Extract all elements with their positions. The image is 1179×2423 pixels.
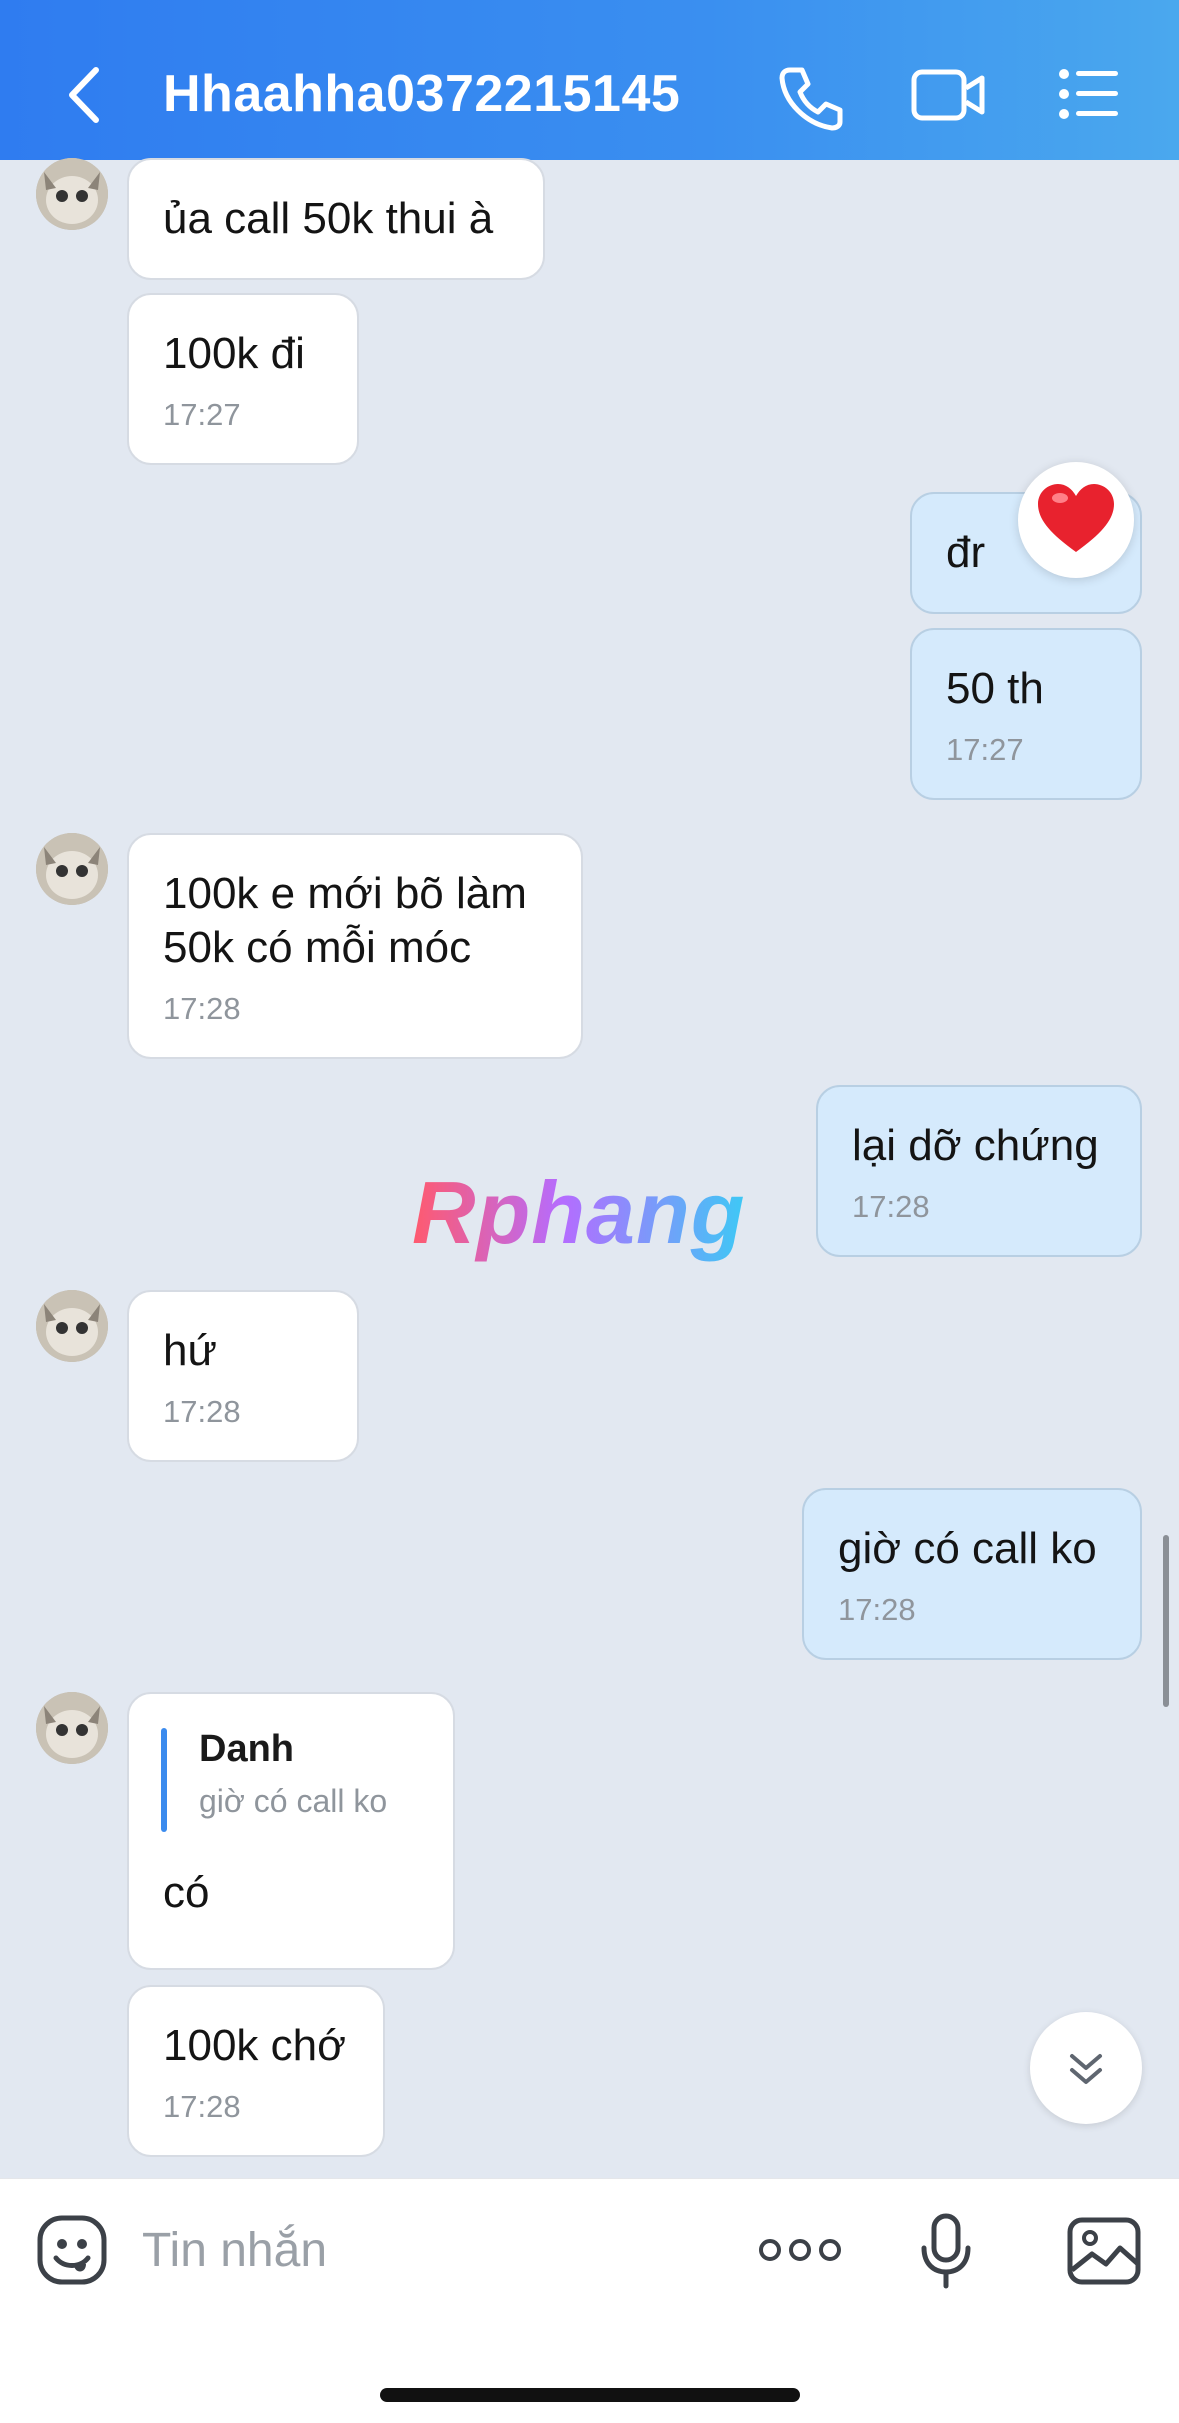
menu-icon[interactable] xyxy=(1058,68,1120,120)
contact-avatar[interactable] xyxy=(36,1692,108,1764)
message-text: lại dỡ chứng xyxy=(852,1121,1099,1170)
message-incoming[interactable]: 100k đi 17:27 xyxy=(127,293,359,465)
heart-reaction-icon[interactable] xyxy=(1018,462,1134,578)
message-incoming[interactable]: 100k chớ 17:28 xyxy=(127,1985,385,2157)
message-text: hứ xyxy=(163,1326,217,1375)
contact-name[interactable]: Hhaahha0372215145 xyxy=(163,64,680,124)
message-text: giờ có call ko xyxy=(838,1524,1097,1573)
message-time: 17:28 xyxy=(163,2089,241,2124)
back-icon[interactable] xyxy=(64,60,110,130)
mic-icon[interactable] xyxy=(918,2212,974,2292)
message-time: 17:28 xyxy=(852,1189,930,1224)
message-text: có xyxy=(163,1868,210,1917)
scrollbar[interactable] xyxy=(1163,1535,1169,1707)
message-text: 100k đi xyxy=(163,329,305,378)
phone-icon[interactable] xyxy=(776,62,846,132)
message-time: 17:27 xyxy=(946,732,1024,767)
message-outgoing[interactable]: lại dỡ chứng 17:28 xyxy=(816,1085,1142,1257)
message-outgoing[interactable]: 50 th 17:27 xyxy=(910,628,1142,800)
message-time: 17:28 xyxy=(838,1592,916,1627)
contact-avatar[interactable] xyxy=(36,158,108,230)
scroll-to-bottom-button[interactable] xyxy=(1030,2012,1142,2124)
message-incoming-reply[interactable]: Danh giờ có call ko có xyxy=(127,1692,455,1970)
message-incoming[interactable]: 100k e mới bõ làm 50k có mỗi móc 17:28 xyxy=(127,833,583,1059)
reply-author: Danh xyxy=(199,1728,294,1770)
message-input[interactable] xyxy=(130,2212,714,2288)
sticker-icon[interactable] xyxy=(36,2214,108,2286)
video-icon[interactable] xyxy=(910,66,988,124)
more-icon[interactable] xyxy=(758,2230,842,2270)
home-indicator xyxy=(380,2388,800,2402)
contact-avatar[interactable] xyxy=(36,1290,108,1362)
chat-header: Hhaahha0372215145 xyxy=(0,0,1179,160)
message-time: 17:28 xyxy=(163,1394,241,1429)
message-text: 100k chớ xyxy=(163,2021,346,2070)
reply-quote[interactable]: Danh giờ có call ko xyxy=(199,1728,387,1820)
message-text: 100k e mới bõ làm 50k có mỗi móc xyxy=(163,869,527,972)
image-icon[interactable] xyxy=(1066,2216,1142,2286)
double-chevron-down-icon xyxy=(1070,2054,1102,2084)
message-outgoing[interactable]: giờ có call ko 17:28 xyxy=(802,1488,1142,1660)
quote-bar xyxy=(161,1728,167,1832)
watermark-logo: Rphang xyxy=(412,1163,746,1262)
message-incoming[interactable]: ủa call 50k thui à xyxy=(127,158,545,280)
message-text: 50 th xyxy=(946,664,1044,713)
reply-preview: giờ có call ko xyxy=(199,1783,388,1819)
message-incoming[interactable]: hứ 17:28 xyxy=(127,1290,359,1462)
contact-avatar[interactable] xyxy=(36,833,108,905)
message-time: 17:27 xyxy=(163,397,241,432)
message-time: 17:28 xyxy=(163,991,241,1026)
message-text: ủa call 50k thui à xyxy=(163,194,494,243)
